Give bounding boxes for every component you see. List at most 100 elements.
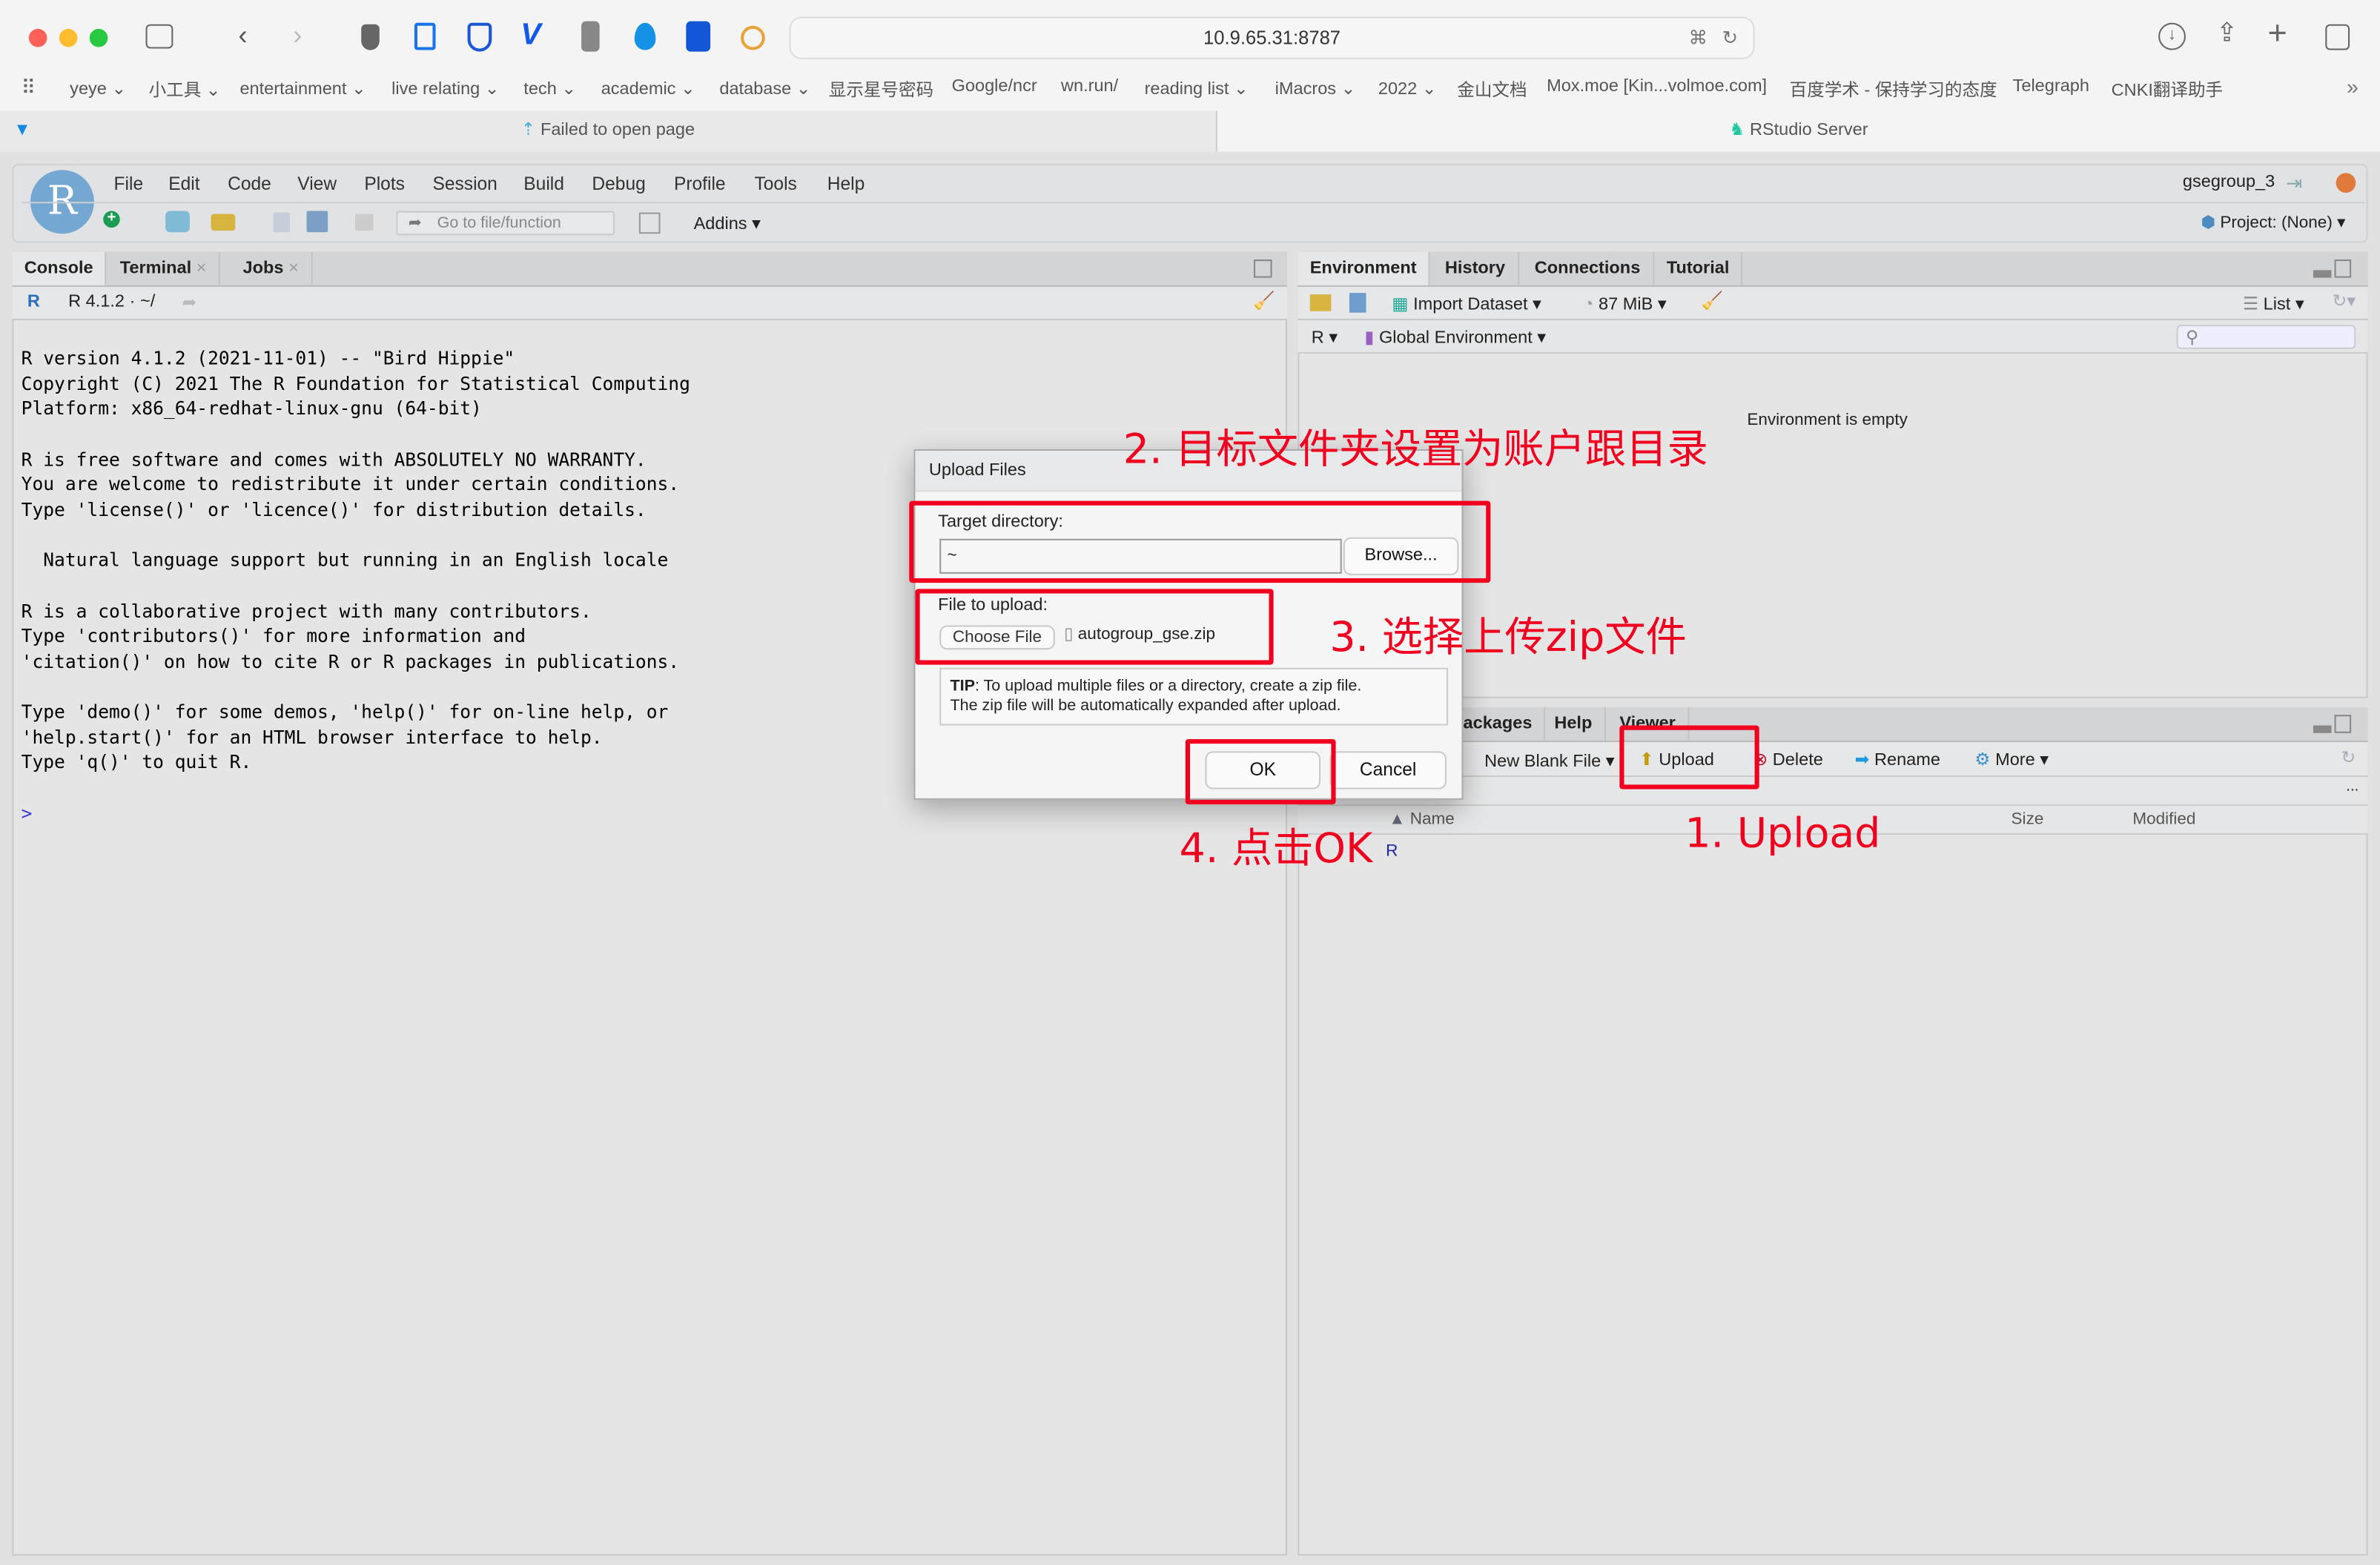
extension-microscope-icon[interactable] [581,21,600,52]
view-mode-menu[interactable]: ☰ List ▾ [2243,293,2304,314]
bookmark-item[interactable]: 2022 ⌄ [1378,77,1437,99]
open-file-icon[interactable] [211,214,236,231]
power-icon[interactable] [2336,173,2356,193]
print-icon[interactable] [355,214,374,231]
bookmark-item[interactable]: yeye ⌄ [70,77,126,99]
menu-build[interactable]: Build [523,173,564,194]
tab-failed-page[interactable]: ▼ ⇡ Failed to open page [0,110,1217,152]
minimize-window-button[interactable] [59,28,78,47]
bookmark-item[interactable]: wn.run/ [1061,77,1118,96]
bookmark-item[interactable]: CNKI翻译助手 [2112,77,2223,102]
new-tab-icon[interactable]: + [2268,13,2287,53]
sign-out-icon[interactable]: ⇥ [2286,171,2302,196]
minimize-maximize-icon[interactable] [2313,715,2353,733]
column-size[interactable]: Size [2012,810,2044,829]
extension-translate-icon[interactable] [741,25,765,50]
bookmark-item[interactable]: Mox.moe [Kin...volmoe.com] [1547,77,1767,96]
tab-help[interactable]: Help [1542,707,1606,741]
extension-shield-icon[interactable] [361,24,380,50]
cancel-button[interactable]: Cancel [1329,751,1447,790]
extension-v-icon[interactable]: V [520,19,541,53]
new-project-icon[interactable] [165,211,190,233]
column-name[interactable]: ▲ Name [1389,810,1455,829]
menu-profile[interactable]: Profile [674,173,726,194]
minimize-maximize-icon[interactable] [2313,259,2353,278]
save-all-icon[interactable] [306,211,328,233]
bookmark-item[interactable]: reading list ⌄ [1145,77,1249,99]
menu-code[interactable]: Code [228,173,271,194]
more-bookmarks-icon[interactable]: » [2347,74,2358,99]
close-icon[interactable]: × [196,259,207,278]
bookmark-item[interactable]: live relating ⌄ [391,77,499,99]
tab-history[interactable]: History [1433,251,1519,285]
bookmark-item[interactable]: 金山文档 [1457,77,1527,102]
bookmark-item[interactable]: entertainment ⌄ [239,77,366,99]
translate-icon[interactable]: ⌘ [1689,19,1708,59]
refresh-icon[interactable]: ↻▾ [2333,290,2356,311]
tab-connections[interactable]: Connections [1522,251,1654,285]
bookmark-item[interactable]: Telegraph [2013,77,2089,96]
bookmark-item[interactable]: tech ⌄ [523,77,576,99]
reload-icon[interactable]: ↻ [1722,19,1738,59]
language-menu[interactable]: R ▾ [1312,326,1338,348]
bookmark-item[interactable]: iMacros ⌄ [1275,77,1356,99]
save-icon[interactable] [273,212,291,233]
tab-environment[interactable]: Environment [1298,251,1431,285]
apps-grid-icon[interactable]: ⠿ [22,76,36,100]
bookmark-item[interactable]: 百度学术 - 保持学习的态度 [1790,77,1997,102]
clear-console-icon[interactable]: 🧹 [1253,290,1275,311]
extension-bitwarden-icon[interactable] [467,22,492,52]
save-workspace-icon[interactable] [1349,293,1366,313]
console-output[interactable]: R version 4.1.2 (2021-11-01) -- "Bird Hi… [22,346,690,827]
close-window-button[interactable] [28,28,47,47]
menu-debug[interactable]: Debug [592,173,645,194]
bookmark-item[interactable]: 小工具 ⌄ [149,77,221,102]
tab-jobs[interactable]: Jobs × [231,251,313,285]
bookmark-item[interactable]: academic ⌄ [601,77,695,99]
extension-pin-icon[interactable] [634,22,656,50]
tab-console[interactable]: Console [12,251,108,285]
share-icon[interactable]: ⇪ [2216,19,2238,49]
new-file-icon[interactable]: + [103,211,120,228]
forward-icon[interactable]: › [293,20,302,52]
scope-menu[interactable]: ▮ Global Environment ▾ [1364,326,1546,348]
column-modified[interactable]: Modified [2132,810,2195,829]
back-icon[interactable]: ‹ [238,20,247,52]
addins-menu[interactable]: Addins ▾ [694,213,761,234]
refresh-icon[interactable]: ↻ [2341,747,2356,768]
goto-dir-icon[interactable]: ➦ [182,291,197,313]
bookmark-item[interactable]: 显示星号密码 [829,77,933,102]
bookmark-item[interactable]: Google/ncr [952,77,1037,96]
tab-packages[interactable]: ackages [1450,707,1546,741]
menu-session[interactable]: Session [432,173,497,194]
delete-button[interactable]: ⊗ Delete [1753,748,1823,770]
bookmark-item[interactable]: database ⌄ [719,77,810,99]
close-icon[interactable]: × [288,259,299,278]
tab-terminal[interactable]: Terminal × [108,251,220,285]
menu-help[interactable]: Help [827,173,865,194]
load-workspace-icon[interactable] [1309,294,1332,311]
tab-overview-icon[interactable] [2325,24,2350,50]
maximize-window-button[interactable] [89,28,108,47]
menu-file[interactable]: File [114,173,144,194]
address-bar[interactable]: 10.9.65.31:8787 ⌘ ↻ [789,16,1755,59]
grid-layout-icon[interactable] [638,212,661,234]
menu-edit[interactable]: Edit [168,173,199,194]
new-blank-file-menu[interactable]: New Blank File ▾ [1484,750,1614,771]
maximize-pane-icon[interactable] [1253,259,1272,278]
tab-tutorial[interactable]: Tutorial [1654,251,1743,285]
rename-button[interactable]: ➡ Rename [1855,748,1940,770]
sidebar-toggle-icon[interactable] [145,24,173,49]
tab-rstudio-server[interactable]: ♞ RStudio Server [1217,110,2380,152]
import-dataset-menu[interactable]: ▦ Import Dataset ▾ [1392,293,1541,314]
memory-usage-menu[interactable]: ◔ 87 MiB ▾ [1583,293,1666,314]
menu-plots[interactable]: Plots [364,173,405,194]
menu-tools[interactable]: Tools [754,173,796,194]
downloads-icon[interactable]: ↓ [2158,22,2186,50]
environment-search-input[interactable]: ⚲ [2176,325,2356,349]
file-row-r[interactable]: R [1386,842,1398,861]
project-menu[interactable]: ⬢ Project: (None) ▾ [2201,213,2345,233]
menu-view[interactable]: View [297,173,337,194]
broom-icon[interactable]: 🧹 [1702,290,1723,311]
extension-download-icon[interactable] [686,21,711,52]
